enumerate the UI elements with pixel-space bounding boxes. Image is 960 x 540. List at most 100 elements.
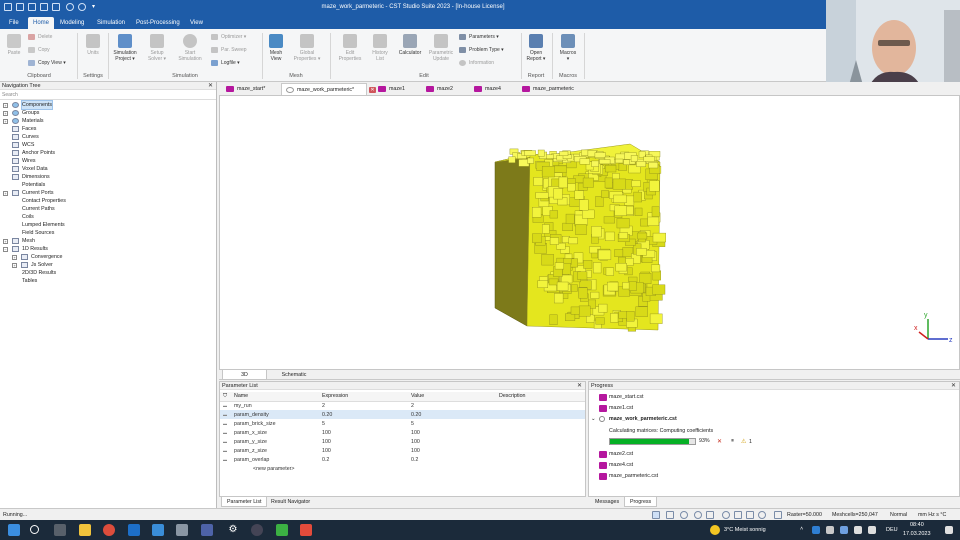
parametric-update-button[interactable]: Parametric Update <box>426 34 456 62</box>
tree-item-materials[interactable]: + Materials <box>0 117 216 125</box>
windows-start-icon[interactable] <box>8 524 20 536</box>
spin-icon[interactable] <box>694 511 702 519</box>
cst-studio-icon[interactable] <box>201 524 213 536</box>
notification-icon[interactable] <box>945 526 953 534</box>
table-row[interactable]: ▬ my_run 2 2 <box>220 401 585 410</box>
tab-3d[interactable]: 3D <box>222 370 267 380</box>
doc-tab-maze2[interactable]: maze2 <box>422 83 453 95</box>
tree-item-wires[interactable]: Wires <box>0 157 216 165</box>
table-row[interactable]: ▬ param_z_size 100 100 <box>220 446 585 455</box>
expand-icon[interactable]: + <box>3 119 8 124</box>
outlook-icon[interactable] <box>128 524 140 536</box>
filter-icon[interactable]: ⛉ <box>220 392 231 402</box>
delete-button[interactable]: Delete <box>28 33 52 41</box>
tree-item-current-paths[interactable]: Current Paths <box>0 205 216 213</box>
tree-item-field-sources[interactable]: Field Sources <box>0 229 216 237</box>
tab-schematic[interactable]: Schematic <box>269 370 319 380</box>
doc-tab-maze1[interactable]: maze1 <box>374 83 405 95</box>
zoom-icon[interactable] <box>722 511 730 519</box>
tree-item-components[interactable]: + Components <box>0 100 216 110</box>
column-name[interactable]: Name <box>231 392 319 402</box>
tree-item-contact-properties[interactable]: Contact Properties <box>0 197 216 205</box>
tree-item-2d3d-results[interactable]: 2D/3D Results <box>0 269 216 277</box>
macros-button[interactable]: Macros ▾ <box>556 34 580 62</box>
collapse-icon[interactable]: − <box>3 247 8 252</box>
column-value[interactable]: Value <box>408 392 496 402</box>
weather-text[interactable]: 3°C Meist sonnig <box>724 527 766 533</box>
table-row[interactable]: ▬ param_density 0.20 0.20 <box>220 410 585 419</box>
tree-item-anchor-points[interactable]: Anchor Points <box>0 149 216 157</box>
search-icon[interactable] <box>30 525 39 534</box>
tree-item-groups[interactable]: + Groups <box>0 109 216 117</box>
tab-post-processing[interactable]: Post-Processing <box>131 17 185 29</box>
tab-result-navigator[interactable]: Result Navigator <box>266 497 315 507</box>
tree-item-coils[interactable]: Coils <box>0 213 216 221</box>
warning-icon[interactable]: ⚠ <box>741 438 746 445</box>
tree-item-mesh[interactable]: + Mesh <box>0 237 216 245</box>
tray-app-icon[interactable] <box>840 526 848 534</box>
tray-chevron-icon[interactable]: ˄ <box>800 526 803 532</box>
chrome-icon[interactable] <box>103 524 115 536</box>
tree-item-potentials[interactable]: Potentials <box>0 181 216 189</box>
app-icon[interactable] <box>276 524 288 536</box>
progress-item-maze-parmeteric[interactable]: maze_parmeteric.cst <box>599 471 658 481</box>
new-parameter-row[interactable]: <new parameter> <box>220 464 585 473</box>
table-row[interactable]: ▬ param_y_size 100 100 <box>220 437 585 446</box>
close-icon[interactable]: ✕ <box>577 382 582 390</box>
app-icon[interactable] <box>176 524 188 536</box>
volume-icon[interactable] <box>868 526 876 534</box>
expand-icon[interactable]: + <box>3 191 8 196</box>
progress-item-active[interactable]: ⌄ maze_work_parmeteric.cst <box>591 414 677 424</box>
tree-item-curves[interactable]: Curves <box>0 133 216 141</box>
column-description[interactable]: Description <box>496 392 585 402</box>
parameters-button[interactable]: Parameters ▾ <box>459 33 499 41</box>
table-row[interactable]: ▬ param_overlap 0.2 0.2 <box>220 455 585 464</box>
progress-item-maze4[interactable]: maze4.cst <box>599 460 633 470</box>
settings-icon[interactable] <box>758 511 766 519</box>
select-icon[interactable] <box>652 511 660 519</box>
pan-icon[interactable] <box>666 511 674 519</box>
maze-model[interactable]: y x z <box>220 96 959 369</box>
open-report-button[interactable]: Open Report ▾ <box>524 34 548 62</box>
tree-item-faces[interactable]: Faces <box>0 125 216 133</box>
tab-simulation[interactable]: Simulation <box>92 17 130 29</box>
rotate-icon[interactable] <box>680 511 688 519</box>
expand-icon[interactable]: + <box>12 263 17 268</box>
table-row[interactable]: ▬ param_x_size 100 100 <box>220 428 585 437</box>
history-list-button[interactable]: History List <box>369 34 391 62</box>
tab-messages[interactable]: Messages <box>590 497 624 507</box>
cancel-icon[interactable]: ✕ <box>717 438 722 445</box>
global-properties-button[interactable]: Global Properties ▾ <box>290 34 324 62</box>
mail-icon[interactable] <box>152 524 164 536</box>
clock-date[interactable]: 17.03.2023 <box>903 531 931 537</box>
tree-item-dimensions[interactable]: Dimensions <box>0 173 216 181</box>
app-icon[interactable] <box>251 524 263 536</box>
problem-type-button[interactable]: Problem Type ▾ <box>459 46 504 54</box>
move-icon[interactable] <box>706 511 714 519</box>
gear-icon[interactable]: ⚙ <box>227 524 239 536</box>
tab-file[interactable]: File <box>4 17 24 29</box>
close-icon[interactable]: ✕ <box>951 382 956 390</box>
progress-item-maze2[interactable]: maze2.cst <box>599 449 633 459</box>
task-view-icon[interactable] <box>54 524 66 536</box>
par-sweep-button[interactable]: Par. Sweep <box>211 46 247 54</box>
expand-icon[interactable]: + <box>3 111 8 116</box>
start-simulation-button[interactable]: Start Simulation <box>174 34 206 62</box>
progress-item-maze1[interactable]: maze1.cst <box>599 403 633 413</box>
clock-time[interactable]: 08:40 <box>910 522 924 528</box>
column-expression[interactable]: Expression <box>319 392 408 402</box>
doc-tab-maze-start[interactable]: maze_start* <box>222 83 265 95</box>
collapse-chevron-icon[interactable]: ⌄ <box>591 414 595 424</box>
tab-view[interactable]: View <box>185 17 208 29</box>
language-indicator[interactable]: DEU <box>886 527 898 533</box>
close-icon[interactable]: ✕ <box>208 82 213 90</box>
tab-progress[interactable]: Progress <box>624 497 658 507</box>
network-icon[interactable] <box>854 526 862 534</box>
copy-view-button[interactable]: Copy View ▾ <box>28 59 66 67</box>
table-row[interactable]: ▬ param_brick_size 5 5 <box>220 419 585 428</box>
fit-view-icon[interactable] <box>746 511 754 519</box>
progress-item-maze-start[interactable]: maze_start.cst <box>599 392 643 402</box>
tree-item-tables[interactable]: Tables <box>0 277 216 285</box>
information-button[interactable]: Information <box>459 59 494 67</box>
tree-item-convergence[interactable]: + Convergence <box>0 253 216 261</box>
